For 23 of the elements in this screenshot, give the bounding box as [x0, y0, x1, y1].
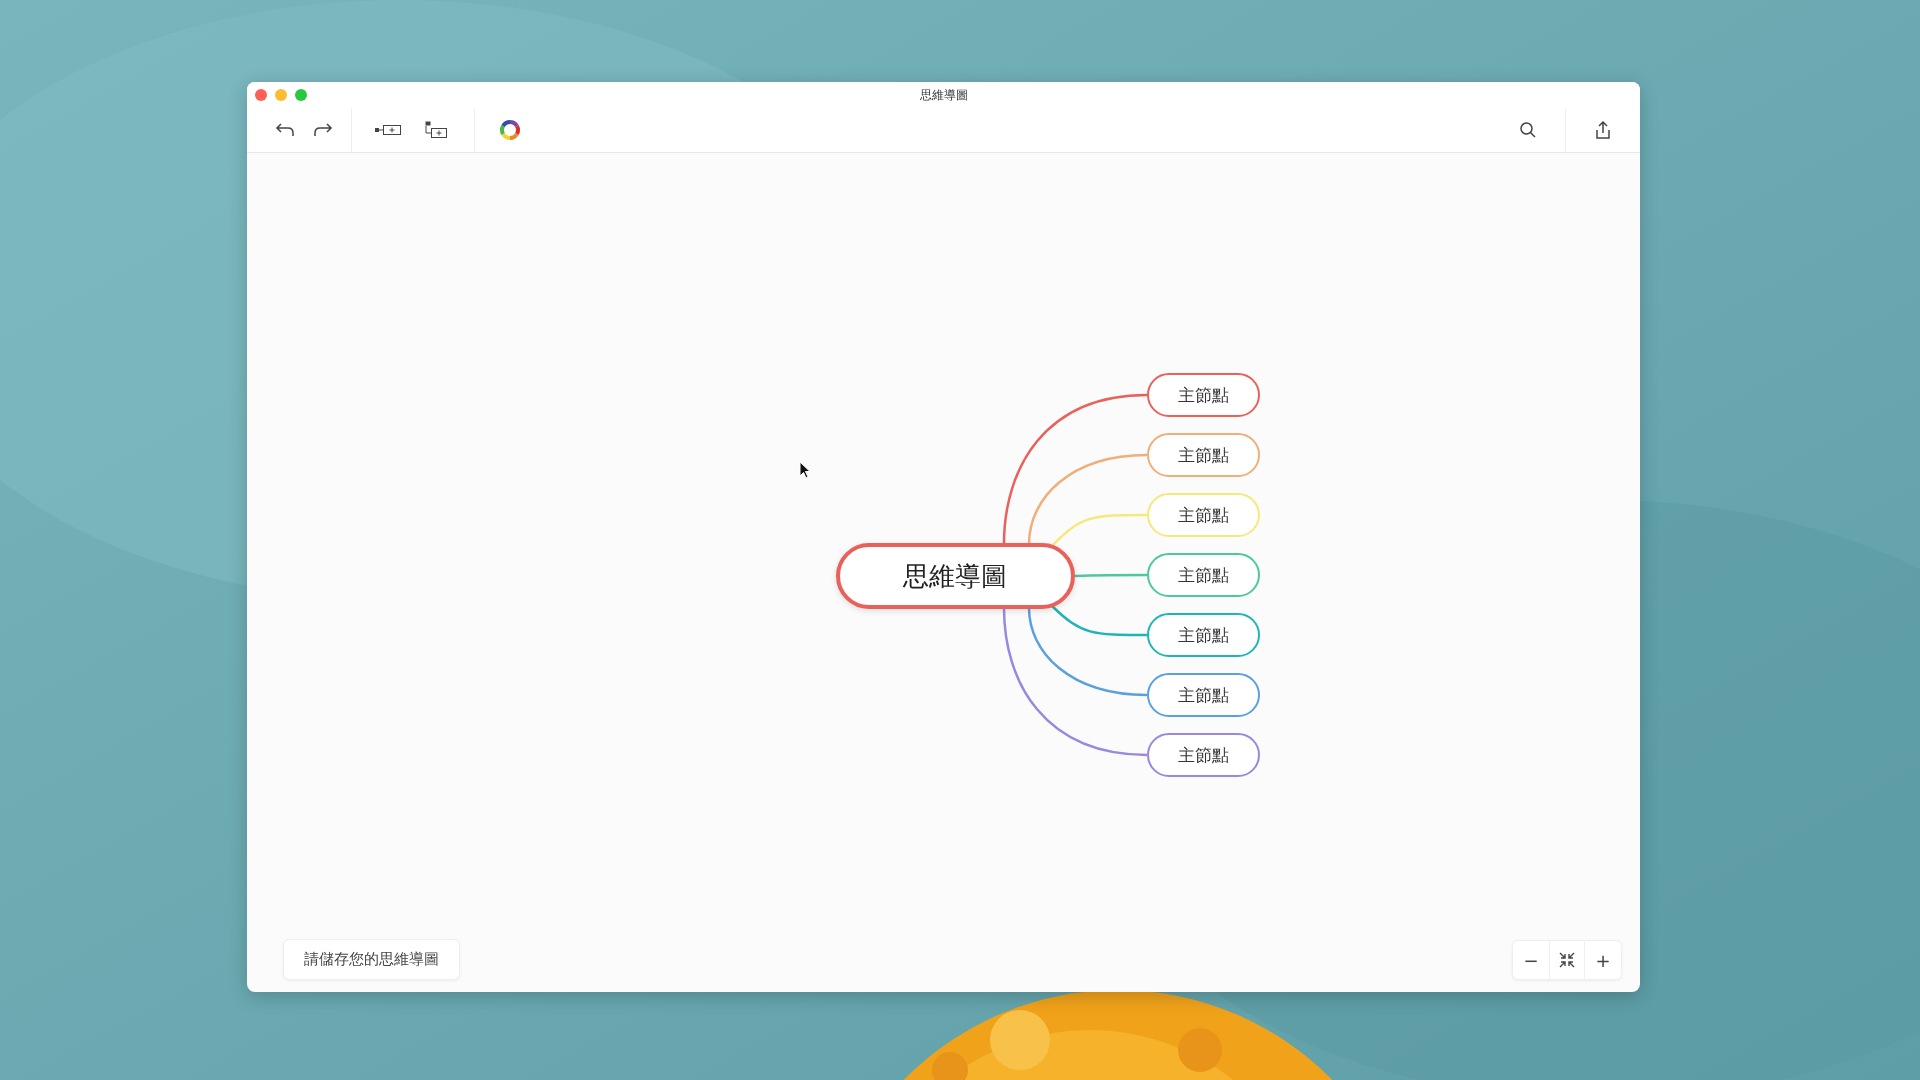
zoom-out-button[interactable]: − — [1513, 941, 1549, 979]
topic-node[interactable]: 主節點 — [1147, 733, 1260, 777]
central-topic[interactable]: 思維導圖 — [835, 543, 1075, 609]
topic-node[interactable]: 主節點 — [1147, 493, 1260, 537]
topic-node[interactable]: 主節點 — [1147, 673, 1260, 717]
add-child-icon[interactable] — [374, 123, 402, 137]
topic-node[interactable]: 主節點 — [1147, 433, 1260, 477]
add-sibling-icon[interactable] — [424, 120, 448, 140]
topic-node[interactable]: 主節點 — [1147, 553, 1260, 597]
window-title: 思維導圖 — [919, 86, 968, 104]
topic-node[interactable]: 主節點 — [1147, 613, 1260, 657]
redo-icon[interactable] — [313, 122, 333, 138]
fit-icon — [1558, 951, 1576, 969]
zoom-in-button[interactable]: + — [1585, 941, 1621, 979]
topic-node[interactable]: 主節點 — [1147, 373, 1260, 417]
search-icon[interactable] — [1519, 121, 1537, 139]
save-reminder: 請儲存您的思維導圖 — [283, 939, 460, 980]
fit-button[interactable] — [1549, 941, 1585, 979]
cursor-icon — [799, 461, 811, 479]
undo-icon[interactable] — [275, 122, 295, 138]
close-button[interactable] — [255, 89, 267, 101]
color-wheel-icon[interactable] — [499, 119, 521, 141]
share-icon[interactable] — [1594, 120, 1612, 140]
